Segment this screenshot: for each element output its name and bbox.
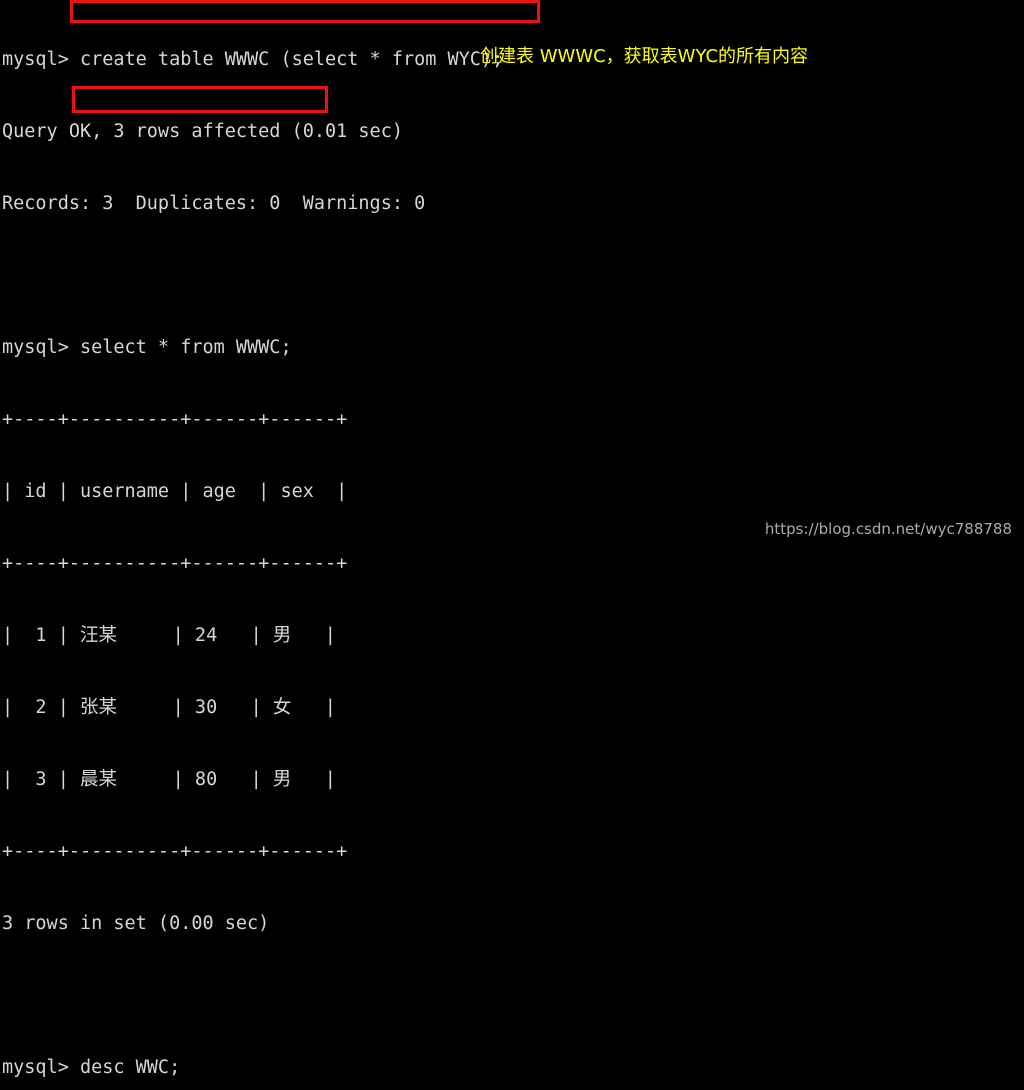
select-table-header-separator: +----+----------+------+------+ [2,553,348,574]
select-table-header-row: | id | username | age | sex | [2,481,348,502]
watermark-url: https://blog.csdn.net/wyc788788 [764,520,1012,538]
terminal-line-select-command: mysql> select * from WWWC; [2,337,292,358]
terminal-line-blank-2 [2,984,1024,1008]
terminal-output[interactable]: mysql> create table WWWC (select * from … [0,0,1024,1078]
select-table-top-border: +----+----------+------+------+ [2,409,348,430]
terminal-line-query-ok: Query OK, 3 rows affected (0.01 sec) [2,121,403,142]
annotation-text: 创建表 WWWC，获取表WYC的所有内容 [480,46,809,67]
terminal-line-records: Records: 3 Duplicates: 0 Warnings: 0 [2,193,426,214]
table-row: | 2 | 张某 | 30 | 女 | [2,697,336,718]
select-rowcount-status: 3 rows in set (0.00 sec) [2,913,270,934]
select-table-bottom-border: +----+----------+------+------+ [2,841,348,862]
table-row: | 1 | 汪某 | 24 | 男 | [2,625,336,646]
terminal-line-blank-1 [2,264,1024,288]
table-row: | 3 | 晨某 | 80 | 男 | [2,769,336,790]
terminal-line-desc-command: mysql> desc WWC; [2,1057,181,1078]
